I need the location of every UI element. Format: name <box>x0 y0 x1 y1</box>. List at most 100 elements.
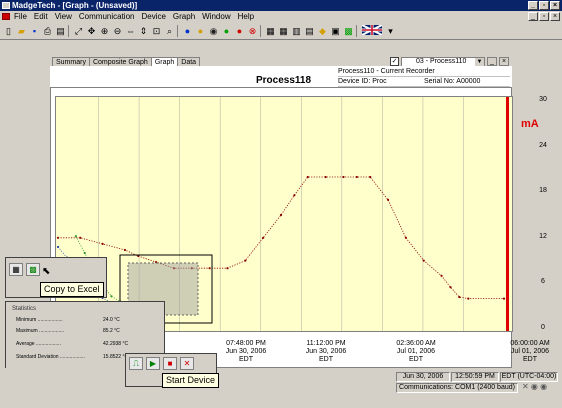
data-point <box>56 236 60 239</box>
chart-icon[interactable]: ▥ <box>291 25 302 37</box>
plot-area[interactable] <box>55 96 513 332</box>
table-icon[interactable]: ▦ <box>265 25 276 37</box>
doc-close-button[interactable]: × <box>550 12 560 21</box>
minimize-button[interactable]: _ <box>528 1 538 10</box>
x-tick-label-line: EDT <box>409 356 423 363</box>
minimize-graph-button[interactable]: _ <box>487 57 497 66</box>
menu-communication[interactable]: Communication <box>79 11 135 22</box>
cancel-icon[interactable]: ⊗ <box>247 25 258 37</box>
document-icon <box>2 13 10 20</box>
zoom-in-icon[interactable]: ⊕ <box>99 25 110 37</box>
data-point <box>56 245 60 249</box>
data-point <box>440 274 443 277</box>
show-device-checkbox[interactable]: ✓ <box>390 57 399 66</box>
data-point <box>123 248 126 252</box>
pan-icon[interactable]: ✥ <box>86 25 97 37</box>
start-device-icon[interactable]: ▶ <box>146 357 160 370</box>
menu-graph[interactable]: Graph <box>173 11 195 22</box>
marker-icon[interactable]: ◆ <box>317 25 328 37</box>
x-tick-label-line: EDT <box>523 356 537 363</box>
x-tick-label-line: Jul 01, 2006 <box>396 348 436 355</box>
serial-number: Serial No: A00000 <box>424 78 481 85</box>
menu-file[interactable]: File <box>14 11 27 22</box>
excel-icon[interactable]: ▩ <box>26 263 40 276</box>
x-tick-label: 06:00:00 AM Jul 01, 2006 EDT <box>500 340 560 364</box>
data-point <box>404 236 407 239</box>
series-line <box>58 176 504 300</box>
zoom-select-icon[interactable]: ⤢ <box>73 25 84 37</box>
data-point <box>293 194 296 197</box>
data-point <box>83 251 86 255</box>
new-icon[interactable]: ▯ <box>3 25 14 37</box>
statistics-row: Minimum .................. 24.0 °C <box>16 317 156 323</box>
cancel-device-icon[interactable]: ✕ <box>180 357 194 370</box>
statistics-row: Maximum .................. 85.2 °C <box>16 328 156 334</box>
zoom-fit-icon[interactable]: ⊡ <box>151 25 162 37</box>
grid-icon[interactable]: ▦ <box>278 25 289 37</box>
restore-button[interactable]: ▫ <box>539 1 549 10</box>
data-point <box>226 267 229 270</box>
close-graph-button[interactable]: × <box>499 57 509 66</box>
excel-icon[interactable]: ▩ <box>343 25 354 37</box>
data-point <box>101 242 104 245</box>
statistic-label: Standard Deviation .................. <box>16 354 85 360</box>
window-icon[interactable]: ▣ <box>330 25 341 37</box>
menu-view[interactable]: View <box>55 11 72 22</box>
device-dropdown[interactable]: 03 - Process110 ▼ <box>401 56 485 67</box>
data-point <box>467 297 470 300</box>
list-icon[interactable]: ▤ <box>304 25 315 37</box>
chevron-down-icon[interactable]: ▾ <box>385 25 396 37</box>
chart-svg <box>56 97 509 331</box>
x-tick-label-line: 07:48:00 PM <box>226 340 266 347</box>
open-icon[interactable]: ▰ <box>16 25 27 37</box>
data-point <box>79 236 82 239</box>
device-dropdown-value: 03 - Process110 <box>416 57 467 65</box>
status-indicator-icons: ✕ ◉ ◉ <box>522 382 548 391</box>
table-icon[interactable]: ▦ <box>9 263 23 276</box>
zoom-reset-icon[interactable]: ⌕ <box>164 25 175 37</box>
doc-minimize-button[interactable]: _ <box>528 12 538 21</box>
x-tick-label-line: 02:36:00 AM <box>396 340 436 347</box>
language-flag-icon[interactable] <box>361 23 383 37</box>
zoom-out-icon[interactable]: ⊖ <box>112 25 123 37</box>
y-tick-label: 12 <box>539 232 547 240</box>
yellow-status-icon[interactable]: ● <box>195 25 206 37</box>
title-bar: MadgeTech - [Graph - (Unsaved)] _ ▫ × <box>0 0 562 11</box>
print-preview-icon[interactable]: ▤ <box>55 25 66 37</box>
toolbar-separator <box>260 24 263 37</box>
menu-device[interactable]: Device <box>141 11 165 22</box>
data-point <box>279 213 283 217</box>
start-device-tooltip: Start Device <box>162 373 220 388</box>
chevron-down-icon[interactable]: ▼ <box>475 57 484 66</box>
stop-icon[interactable]: ● <box>234 25 245 37</box>
y-tick-label: 30 <box>539 96 547 103</box>
statistics-header: Statistics <box>12 306 37 312</box>
doc-restore-button[interactable]: ▫ <box>539 12 549 21</box>
device-id: Device ID: Proc <box>338 78 387 85</box>
data-point <box>422 259 425 262</box>
stop-device-icon[interactable]: ■ <box>163 357 177 370</box>
toolbar-separator <box>356 24 359 37</box>
graph-title: Process118 <box>256 75 312 86</box>
menu-help[interactable]: Help <box>238 11 254 22</box>
x-tick-label: 02:36:00 AM Jul 01, 2006 EDT <box>386 340 446 364</box>
data-point <box>244 259 247 262</box>
zoom-x-icon[interactable]: ⇔ <box>125 25 136 37</box>
data-point <box>208 267 211 270</box>
zoom-y-icon[interactable]: ⇕ <box>138 25 149 37</box>
device-icon[interactable]: ⎍ <box>129 357 143 370</box>
x-tick-label: 11:12:00 PM Jun 30, 2006 EDT <box>296 340 356 364</box>
menu-edit[interactable]: Edit <box>34 11 48 22</box>
start-icon[interactable]: ● <box>221 25 232 37</box>
save-icon[interactable]: ▪ <box>29 25 40 37</box>
help-icon[interactable]: ● <box>182 25 193 37</box>
close-button[interactable]: × <box>550 1 560 10</box>
print-icon[interactable]: ⎙ <box>42 25 53 37</box>
y-tick-label: 18 <box>539 187 547 195</box>
record-icon[interactable]: ◉ <box>208 25 219 37</box>
x-tick-label-line: Jul 01, 2006 <box>510 348 550 355</box>
data-point <box>458 295 461 299</box>
menu-window[interactable]: Window <box>202 11 230 22</box>
status-zone: EDT (UTC-04:00) <box>500 372 558 382</box>
data-point <box>502 297 506 300</box>
